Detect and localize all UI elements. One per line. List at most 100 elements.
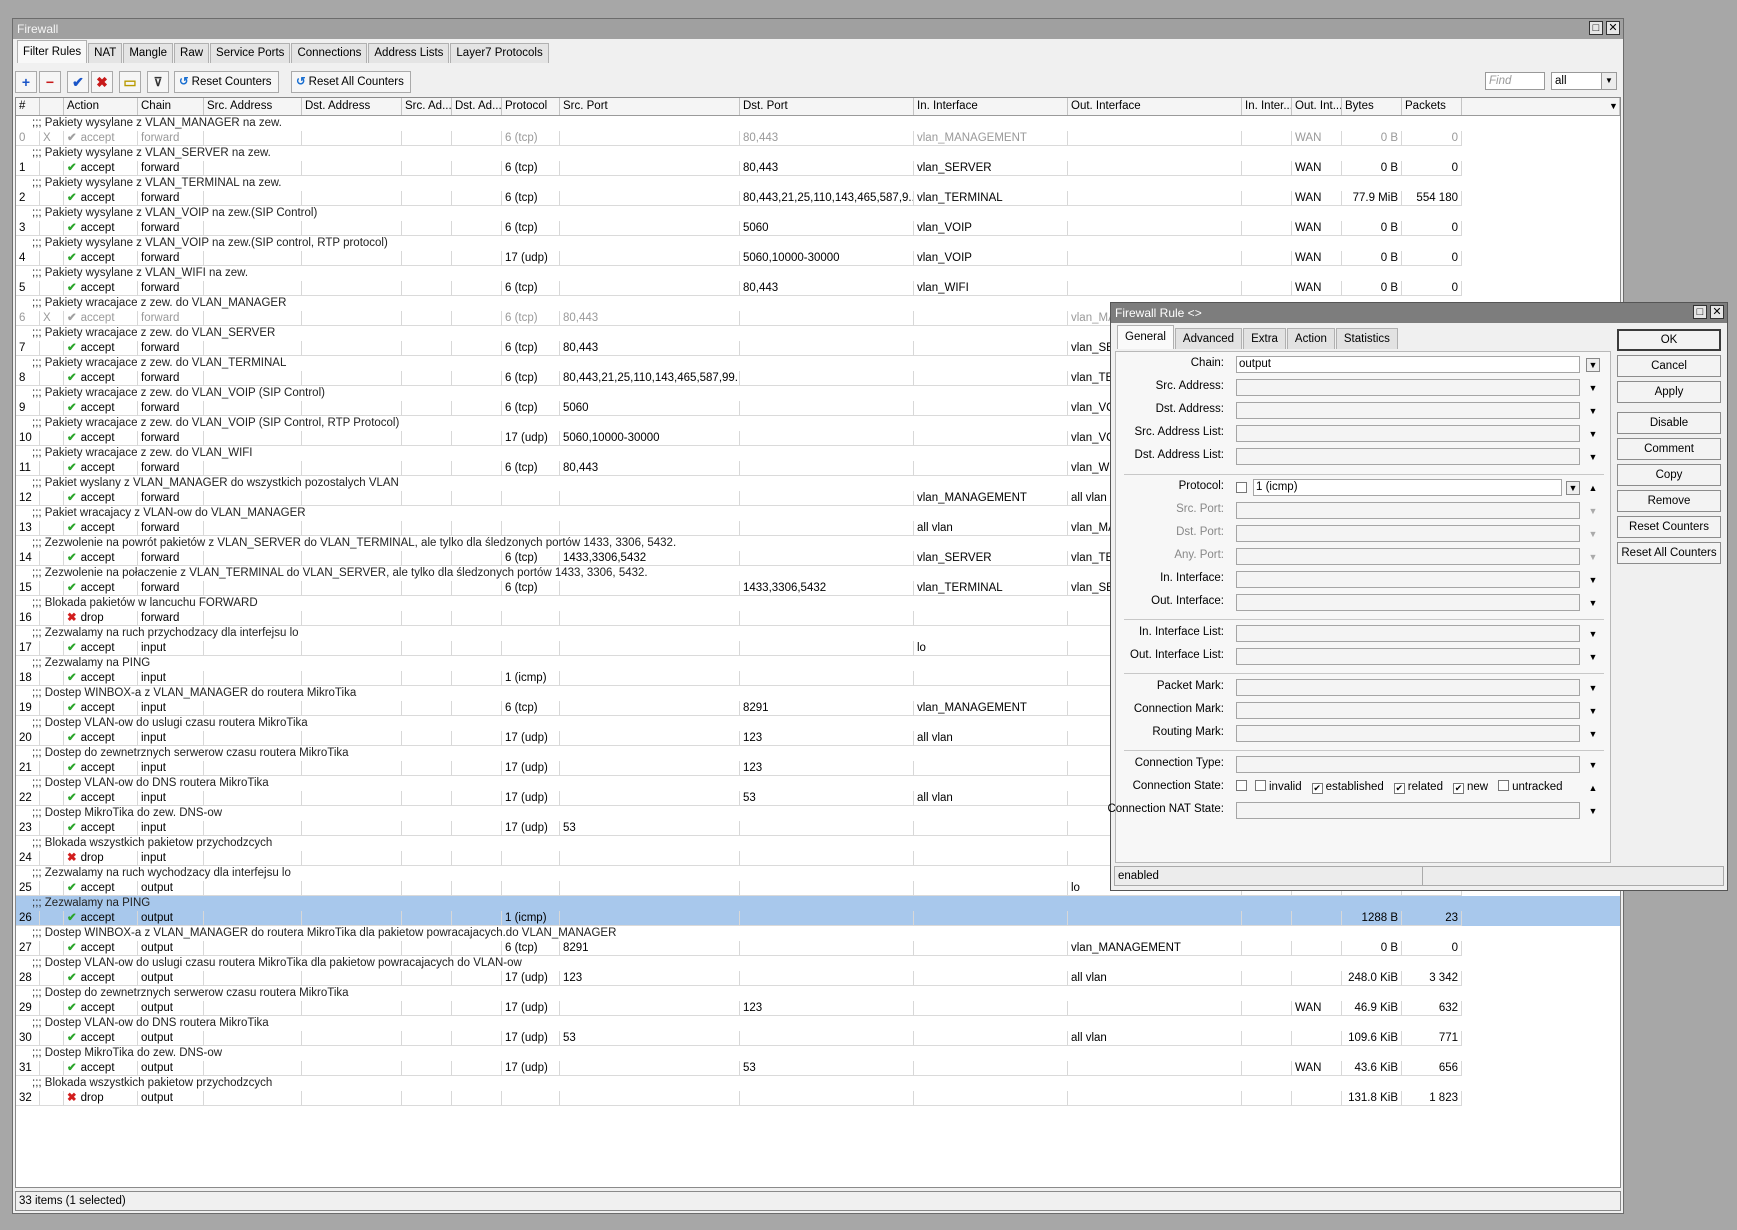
disable-button[interactable]: Disable — [1617, 412, 1721, 434]
connection-state-untracked[interactable]: untracked — [1498, 780, 1563, 793]
rule-comment-row[interactable]: ;;; Pakiety wysylane z VLAN_SERVER na ze… — [16, 146, 1620, 161]
close-icon[interactable]: ✕ — [1710, 305, 1724, 319]
reset-all-counters-button[interactable]: ↺ Reset All Counters — [291, 71, 411, 93]
connection-type-field[interactable] — [1236, 756, 1580, 773]
column-header[interactable]: # — [16, 98, 40, 115]
rule-comment-row[interactable]: ;;; Dostep VLAN-ow do DNS routera MikroT… — [16, 1016, 1620, 1031]
column-header[interactable]: Protocol — [502, 98, 560, 115]
filter-icon[interactable]: ⊽ — [147, 71, 169, 93]
protocol-collapse-icon[interactable]: ▲ — [1586, 481, 1600, 495]
chain-field[interactable]: output — [1236, 356, 1580, 373]
table-row[interactable]: 27 ✔ accept output 6 (tcp) 8291 vlan_MANAGEMEN… — [16, 941, 1620, 956]
cancel-button[interactable]: Cancel — [1617, 355, 1721, 377]
checkbox-unchecked-icon[interactable] — [1498, 780, 1510, 791]
tab-advanced[interactable]: Advanced — [1174, 328, 1243, 349]
column-header[interactable]: Out. Interface — [1068, 98, 1242, 115]
rule-comment-row[interactable]: ;;; Pakiety wysylane z VLAN_WIFI na zew. — [16, 266, 1620, 281]
connection-mark-field[interactable] — [1236, 702, 1580, 719]
tab-address-lists[interactable]: Address Lists — [368, 43, 450, 63]
table-row[interactable]: 0 X ✔ accept forward 6 (tcp) 80,443 vlan_MANAGE… — [16, 131, 1620, 146]
protocol-field[interactable]: 1 (icmp) — [1253, 479, 1562, 496]
tab-layer7-protocols[interactable]: Layer7 Protocols — [450, 43, 549, 63]
disable-icon[interactable]: ✖ — [91, 71, 113, 93]
rule-comment-row[interactable]: ;;; Pakiety wysylane z VLAN_VOIP na zew.… — [16, 236, 1620, 251]
dst-address-list-field[interactable] — [1236, 448, 1580, 465]
reset-counters-button[interactable]: ↺ Reset Counters — [174, 71, 279, 93]
connection-nat-state-field[interactable] — [1236, 802, 1580, 819]
apply-button[interactable]: Apply — [1617, 381, 1721, 403]
tab-action[interactable]: Action — [1286, 328, 1335, 349]
reset-counters-button[interactable]: Reset Counters — [1617, 516, 1721, 538]
connection-type-expand-icon[interactable]: ▼ — [1586, 758, 1600, 772]
table-row[interactable]: 2 ✔ accept forward 6 (tcp) 80,443,21,25,110,1… — [16, 191, 1620, 206]
column-header[interactable]: Action — [64, 98, 138, 115]
connection-nat-state-expand-icon[interactable]: ▼ — [1586, 804, 1600, 818]
table-row[interactable]: 4 ✔ accept forward 17 (udp) 5060,10000-30000 v… — [16, 251, 1620, 266]
tab-filter-rules[interactable]: Filter Rules — [17, 40, 88, 63]
column-header[interactable]: Dst. Address — [302, 98, 402, 115]
comment-button[interactable]: Comment — [1617, 438, 1721, 460]
rule-comment-row[interactable]: ;;; Blokada wszystkich pakietow przychod… — [16, 1076, 1620, 1091]
rule-comment-row[interactable]: ;;; Dostep VLAN-ow do uslugi czasu route… — [16, 956, 1620, 971]
tab-raw[interactable]: Raw — [174, 43, 210, 63]
column-header[interactable]: Out. Int... — [1292, 98, 1342, 115]
out-interface-expand-icon[interactable]: ▼ — [1586, 596, 1600, 610]
column-header[interactable]: Packets — [1402, 98, 1462, 115]
connection-state-related[interactable]: ✔ related — [1393, 781, 1443, 794]
checkbox-checked-icon[interactable]: ✔ — [1393, 783, 1405, 794]
dst-address-field[interactable] — [1236, 402, 1580, 419]
remove-icon[interactable]: − — [39, 71, 61, 93]
remove-button[interactable]: Remove — [1617, 490, 1721, 512]
rule-comment-row[interactable]: ;;; Pakiety wysylane z VLAN_TERMINAL na … — [16, 176, 1620, 191]
column-header[interactable]: Src. Address — [204, 98, 302, 115]
connection-state-new[interactable]: ✔ new — [1452, 781, 1488, 794]
firewall-titlebar[interactable]: Firewall □ ✕ — [13, 19, 1623, 39]
rule-comment-row[interactable]: ;;; Dostep WINBOX-a z VLAN_MANAGER do ro… — [16, 926, 1620, 941]
tab-connections[interactable]: Connections — [291, 43, 368, 63]
column-header[interactable] — [40, 98, 64, 115]
table-row[interactable]: 26 ✔ accept output 1 (icmp) 1288 B 23 — [16, 911, 1620, 926]
tab-mangle[interactable]: Mangle — [123, 43, 174, 63]
src-port-field[interactable] — [1236, 502, 1580, 519]
column-header[interactable]: Chain — [138, 98, 204, 115]
dst-port-field[interactable] — [1236, 525, 1580, 542]
dst-port-expand-icon[interactable]: ▼ — [1586, 527, 1600, 541]
src-address-list-expand-icon[interactable]: ▼ — [1586, 427, 1600, 441]
table-row[interactable]: 3 ✔ accept forward 6 (tcp) 5060 vlan_VOIP WAN 0 … — [16, 221, 1620, 236]
src-address-field[interactable] — [1236, 379, 1580, 396]
tab-statistics[interactable]: Statistics — [1335, 328, 1398, 349]
routing-mark-field[interactable] — [1236, 725, 1580, 742]
dialog-titlebar[interactable]: Firewall Rule <> □ ✕ — [1111, 303, 1727, 323]
maximize-icon[interactable]: □ — [1589, 21, 1603, 35]
tab-service-ports[interactable]: Service Ports — [210, 43, 291, 63]
out-interface-list-expand-icon[interactable]: ▼ — [1586, 650, 1600, 664]
checkbox-unchecked-icon[interactable] — [1255, 780, 1266, 791]
src-address-list-field[interactable] — [1236, 425, 1580, 442]
dst-address-list-expand-icon[interactable]: ▼ — [1586, 450, 1600, 464]
in-interface-expand-icon[interactable]: ▼ — [1586, 573, 1600, 587]
in-interface-list-field[interactable] — [1236, 625, 1580, 642]
copy-button[interactable]: Copy — [1617, 464, 1721, 486]
dst-address-expand-icon[interactable]: ▼ — [1586, 404, 1600, 418]
protocol-negate-checkbox[interactable] — [1236, 482, 1247, 493]
add-icon[interactable]: + — [15, 71, 37, 93]
comment-icon[interactable]: ▭ — [119, 71, 141, 93]
any-port-expand-icon[interactable]: ▼ — [1586, 550, 1600, 564]
tab-nat[interactable]: NAT — [88, 43, 123, 63]
connection-state-invalid[interactable]: invalid — [1255, 780, 1302, 793]
find-input[interactable]: Find — [1485, 72, 1545, 90]
column-header[interactable]: In. Inter... — [1242, 98, 1292, 115]
checkbox-checked-icon[interactable]: ✔ — [1452, 783, 1464, 794]
connection-state-negate-checkbox[interactable] — [1236, 780, 1247, 791]
table-row[interactable]: 29 ✔ accept output 17 (udp) 123 WAN 46.9 KiB 632 — [16, 1001, 1620, 1016]
table-row[interactable]: 28 ✔ accept output 17 (udp) 123 all vlan 248.0 … — [16, 971, 1620, 986]
any-port-field[interactable] — [1236, 548, 1580, 565]
rule-comment-row[interactable]: ;;; Pakiety wysylane z VLAN_MANAGER na z… — [16, 116, 1620, 131]
protocol-dropdown-icon[interactable]: ▼ — [1566, 481, 1580, 495]
column-header[interactable]: Src. Ad... — [402, 98, 452, 115]
connection-mark-expand-icon[interactable]: ▼ — [1586, 704, 1600, 718]
table-row[interactable]: 5 ✔ accept forward 6 (tcp) 80,443 vlan_WIFI WAN… — [16, 281, 1620, 296]
rule-comment-row[interactable]: ;;; Dostep do zewnetrznych serwerow czas… — [16, 986, 1620, 1001]
reset-all-counters-button[interactable]: Reset All Counters — [1617, 542, 1721, 564]
tab-extra[interactable]: Extra — [1243, 328, 1286, 349]
